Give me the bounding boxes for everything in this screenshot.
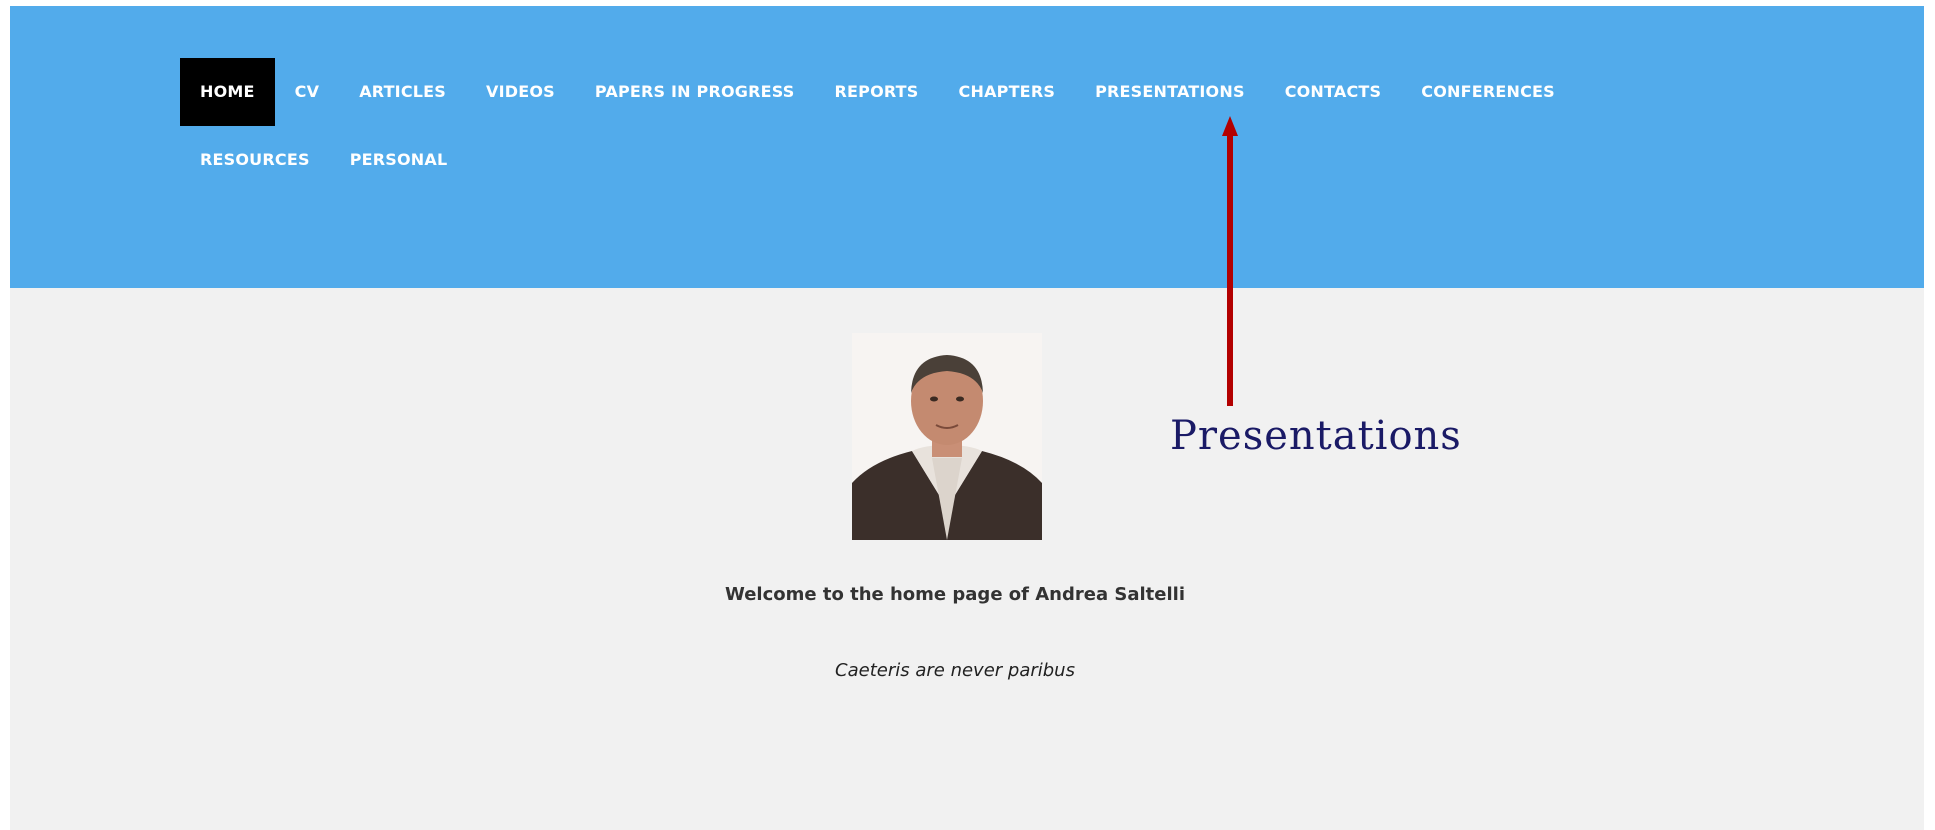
annotation-label: Presentations <box>1170 413 1462 459</box>
motto-text: Caeteris are never paribus <box>835 660 1075 681</box>
nav-item-resources[interactable]: RESOURCES <box>180 126 330 194</box>
welcome-heading: Welcome to the home page of Andrea Salte… <box>725 584 1185 605</box>
nav-item-reports[interactable]: REPORTS <box>815 58 939 126</box>
portrait-image <box>852 333 1042 540</box>
nav-item-videos[interactable]: VIDEOS <box>466 58 575 126</box>
main-nav: HOME CV ARTICLES VIDEOS PAPERS IN PROGRE… <box>180 58 1660 194</box>
nav-item-cv[interactable]: CV <box>275 58 340 126</box>
nav-item-home[interactable]: HOME <box>180 58 275 126</box>
nav-item-contacts[interactable]: CONTACTS <box>1265 58 1402 126</box>
nav-row-2: RESOURCES PERSONAL <box>180 126 1660 194</box>
main-content: Welcome to the home page of Andrea Salte… <box>10 288 1924 830</box>
nav-item-chapters[interactable]: CHAPTERS <box>939 58 1076 126</box>
nav-item-personal[interactable]: PERSONAL <box>330 126 468 194</box>
nav-item-articles[interactable]: ARTICLES <box>339 58 466 126</box>
profile-photo <box>852 333 1042 540</box>
page-frame: HOME CV ARTICLES VIDEOS PAPERS IN PROGRE… <box>10 6 1924 830</box>
site-header: HOME CV ARTICLES VIDEOS PAPERS IN PROGRE… <box>10 6 1924 288</box>
nav-row-1: HOME CV ARTICLES VIDEOS PAPERS IN PROGRE… <box>180 58 1660 126</box>
nav-item-conferences[interactable]: CONFERENCES <box>1401 58 1575 126</box>
annotation-arrow-icon <box>1222 116 1238 406</box>
nav-item-papers-in-progress[interactable]: PAPERS IN PROGRESS <box>575 58 815 126</box>
